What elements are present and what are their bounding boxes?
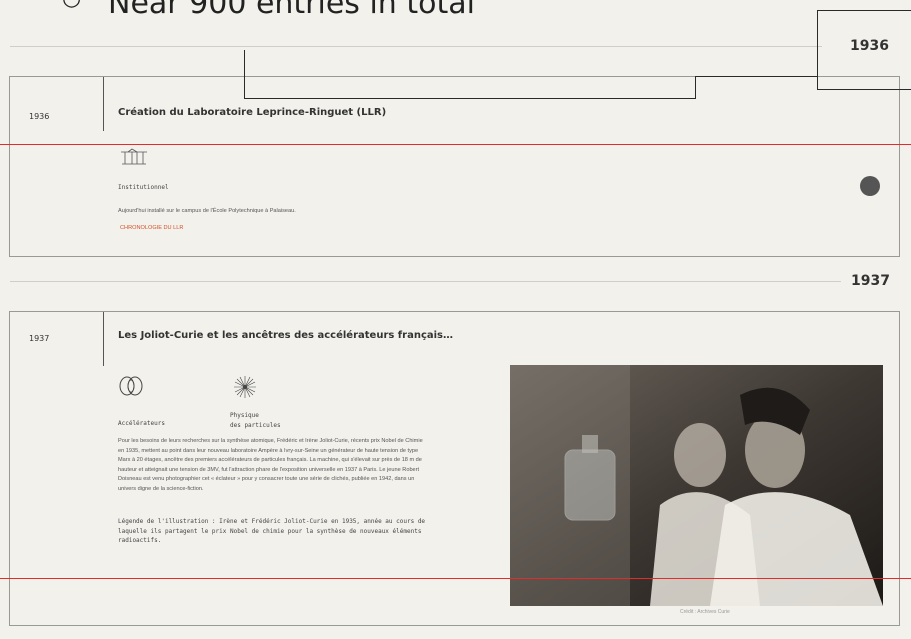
accelerator-icon (118, 375, 144, 402)
photo-credit: Crédit : Archives Curie (680, 609, 730, 615)
card-divider (103, 77, 104, 131)
building-icon (119, 148, 149, 171)
annotation-bracket-horizontal (244, 98, 696, 99)
year-rule-1936 (10, 46, 822, 47)
card-year: 1936 (29, 112, 50, 121)
category-label-physics-line2: des particules (230, 422, 281, 429)
chronology-link[interactable]: CHRONOLOGIE DU LLR (120, 225, 183, 231)
illustration-legend: Légende de l'illustration : Irène et Fré… (118, 517, 425, 546)
legend-line: radioactifs. (118, 537, 162, 544)
year-rule-1937 (10, 281, 841, 282)
annotation-bracket-riser (695, 76, 696, 98)
annotation-bracket-link (695, 76, 817, 77)
annotation-callout-box (817, 10, 911, 90)
body-line: Doisneau est venu photographier cet « éc… (118, 476, 415, 482)
burst-icon (233, 375, 257, 404)
body-line: univers digne de la science-fiction. (118, 485, 204, 492)
illustration-photo (510, 365, 883, 606)
legend-line: laquelle ils partagent le prix Nobel de … (118, 527, 422, 535)
annotation-red-line-top (0, 144, 911, 145)
card-title: Création du Laboratoire Leprince-Ringuet… (118, 107, 387, 118)
body-line: hauteur et atteignait une tension de 3MV… (118, 466, 420, 473)
card-body-text: Pour les besoins de leurs recherches sur… (118, 437, 503, 494)
category-label-accelerators: Accélérateurs (118, 420, 165, 427)
timeline-card-1936: 1936 Création du Laboratoire Leprince-Ri… (9, 76, 900, 257)
caption-bullet: ○ (62, 0, 81, 11)
card-year: 1937 (29, 334, 50, 343)
annotation-bracket-vertical (244, 50, 245, 98)
card-divider (103, 312, 104, 366)
card-title: Les Joliot-Curie et les ancêtres des acc… (118, 330, 454, 341)
card-description: Aujourd'hui installé sur le campus de l'… (118, 208, 296, 214)
status-dot (860, 176, 880, 196)
caption-text: Near 900 entries in total (108, 0, 475, 21)
year-heading-1937: 1937 (851, 273, 890, 289)
body-line: Pour les besoins de leurs recherches sur… (118, 438, 423, 444)
legend-line: Légende de l'illustration : Irène et Fré… (118, 518, 426, 525)
category-label: Institutionnel (118, 184, 169, 191)
top-caption: ○ Near 900 entries in total (62, 0, 475, 21)
category-label-physics-line1: Physique (230, 412, 259, 419)
annotation-red-line-bottom (0, 578, 911, 579)
body-line: en 1935, mettent au point dans leur nouv… (118, 447, 419, 454)
body-line: Marx à 20 étages, ancêtre des premiers a… (118, 457, 422, 463)
